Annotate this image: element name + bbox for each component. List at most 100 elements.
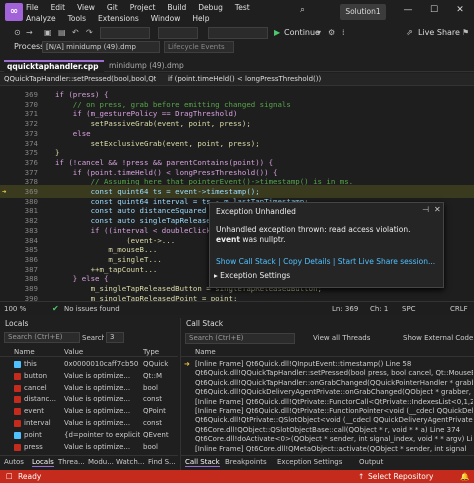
status-bar: ☐ Ready ↑ Select Repository 🔔 — [0, 470, 474, 483]
locals-search-input[interactable]: Search (Ctrl+E) — [4, 332, 80, 343]
var-type: QQuick — [143, 360, 169, 368]
col-name[interactable]: Name — [195, 347, 216, 357]
check-icon: ✔ — [52, 304, 59, 313]
line-number[interactable]: Ln: 369 — [332, 305, 358, 313]
char-number[interactable]: Ch: 1 — [370, 305, 388, 313]
callstack-row[interactable]: [Inline Frame] Qt6Core.dll!QMetaObject::… — [181, 444, 474, 456]
show-external-code[interactable]: Show External Code — [403, 334, 473, 342]
target-dropdown[interactable] — [208, 27, 268, 39]
debug-options-icon[interactable]: ⚙ — [328, 26, 335, 40]
new-item-icon[interactable]: ▣ — [44, 26, 52, 40]
process-dropdown[interactable]: [N/A] minidump (49).dmp — [42, 41, 160, 53]
tab-qquicktaphandler[interactable]: qquicktaphandler.cpp — [4, 60, 104, 72]
scope-dropdown[interactable]: QQuickTapHandler::setPressed(bool,bool,Q… — [4, 74, 156, 85]
table-row[interactable]: this 0x0000010caff7cb50 {...}QQuick — [0, 359, 178, 371]
pin-icon[interactable]: ⊣ — [422, 205, 429, 214]
exception-detail-var: event — [216, 235, 240, 244]
tab-watch[interactable]: Watch... — [116, 458, 144, 466]
zoom-level[interactable]: 100 % — [4, 305, 26, 313]
line-ending[interactable]: CRLF — [450, 305, 468, 313]
search-depth-dropdown[interactable]: 3 — [106, 332, 124, 343]
menu-extensions[interactable]: Extensions — [98, 13, 139, 24]
var-name: interval — [24, 419, 51, 427]
menu-file[interactable]: File — [26, 2, 39, 13]
platform-dropdown[interactable] — [158, 27, 198, 39]
variable-icon — [14, 384, 21, 392]
continue-icon[interactable]: ▶ — [274, 26, 280, 40]
menu-view[interactable]: View — [77, 2, 95, 13]
live-share-icon[interactable]: ⇗ — [406, 26, 413, 40]
tab-locals[interactable]: Locals — [32, 458, 54, 467]
variable-icon — [14, 420, 21, 427]
table-row[interactable]: button Value is optimize... Qt::M — [0, 371, 178, 383]
minimize-button[interactable]: — — [396, 0, 420, 22]
back-icon[interactable]: ⊙ — [14, 26, 21, 40]
tab-call-stack[interactable]: Call Stack — [185, 458, 220, 467]
toolbar-more-icon[interactable]: ⁞ — [342, 26, 345, 40]
redo-icon[interactable]: ↷ — [86, 26, 93, 40]
code-line[interactable]: 390 m_singleTapReleasedPoint = point; — [0, 292, 474, 301]
menu-test[interactable]: Test — [235, 2, 250, 13]
table-row[interactable]: press Value is optimize... bool — [0, 442, 178, 454]
feedback-icon[interactable]: ⚑ — [462, 26, 469, 40]
frame-text: [Inline Frame] Qt6Core.dll!QMetaObject::… — [195, 444, 467, 453]
select-repository[interactable]: Select Repository — [368, 472, 433, 481]
tab-autos[interactable]: Autos — [4, 458, 24, 466]
table-row[interactable]: interval Value is optimize... const — [0, 418, 178, 430]
variable-icon — [14, 443, 21, 451]
var-name: cancel — [24, 383, 47, 392]
save-icon[interactable]: ▤ — [58, 26, 66, 40]
menu-build[interactable]: Build — [167, 2, 186, 13]
close-button[interactable]: ✕ — [448, 0, 472, 22]
table-row[interactable]: event Value is optimize... QPoint — [0, 406, 178, 418]
tab-threads[interactable]: Threa... — [58, 458, 85, 466]
live-share-button[interactable]: Live Share — [418, 26, 460, 40]
col-type[interactable]: Type — [143, 347, 159, 357]
forward-icon[interactable]: → — [26, 26, 33, 40]
undo-icon[interactable]: ↶ — [72, 26, 79, 40]
table-row[interactable]: cancel Value is optimize... bool — [0, 383, 178, 395]
tab-find-symbol[interactable]: Find S... — [148, 458, 176, 466]
exception-settings-toggle[interactable]: ▸ Exception Settings — [214, 271, 290, 280]
menu-edit[interactable]: Edit — [51, 2, 66, 13]
copy-details-link[interactable]: Copy Details — [283, 257, 330, 266]
whitespace-mode[interactable]: SPC — [402, 305, 416, 313]
exception-detail-rest: was nullptr. — [240, 235, 286, 244]
menu-project[interactable]: Project — [130, 2, 156, 13]
tab-exception-settings[interactable]: Exception Settings — [277, 458, 342, 466]
menu-window[interactable]: Window — [151, 13, 181, 24]
continue-button[interactable]: Continue — [284, 26, 320, 40]
col-name[interactable]: Name — [14, 347, 35, 357]
callstack-search-input[interactable]: Search (Ctrl+E) — [185, 333, 295, 344]
tab-modules[interactable]: Modu... — [88, 458, 114, 466]
lifecycle-dropdown[interactable]: Lifecycle Events — [164, 41, 234, 53]
live-share-link[interactable]: Start Live Share session... — [338, 257, 435, 266]
var-type: QPoint — [143, 407, 166, 416]
search-icon[interactable]: ⌕ — [300, 5, 326, 17]
menu-help[interactable]: Help — [192, 13, 209, 24]
tab-breakpoints[interactable]: Breakpoints — [225, 458, 267, 466]
var-type: const — [143, 395, 162, 404]
view-all-threads[interactable]: View all Threads — [313, 334, 370, 342]
tab-minidump[interactable]: minidump (49).dmp — [105, 60, 197, 72]
table-row[interactable]: distanc... Value is optimize... const — [0, 394, 178, 406]
table-row[interactable]: point {d=pointer to explicit s...QEvent — [0, 430, 178, 442]
show-call-stack-link[interactable]: Show Call Stack — [216, 257, 276, 266]
menu-tools[interactable]: Tools — [68, 13, 86, 24]
menu-debug[interactable]: Debug — [198, 2, 223, 13]
callstack-title: Call Stack — [186, 319, 224, 328]
variable-icon — [14, 361, 21, 368]
notifications-icon[interactable]: 🔔 — [460, 472, 469, 481]
close-icon[interactable]: ✕ — [434, 205, 441, 214]
member-dropdown[interactable]: if (point.timeHeld() < longPressThreshol… — [168, 74, 428, 85]
menu-git[interactable]: Git — [107, 2, 118, 13]
visual-studio-logo-icon: ∞ — [5, 3, 23, 21]
tab-output[interactable]: Output — [359, 458, 383, 466]
col-value[interactable]: Value — [64, 347, 83, 357]
config-dropdown[interactable] — [100, 27, 150, 39]
exception-popup: Exception Unhandled ⊣ ✕ Unhandled except… — [209, 202, 444, 288]
maximize-button[interactable]: ☐ — [422, 0, 446, 22]
dropdown-arrow-icon[interactable]: ▾ — [317, 26, 321, 40]
menu-analyze[interactable]: Analyze — [26, 13, 56, 24]
issues-status[interactable]: No issues found — [64, 305, 120, 313]
